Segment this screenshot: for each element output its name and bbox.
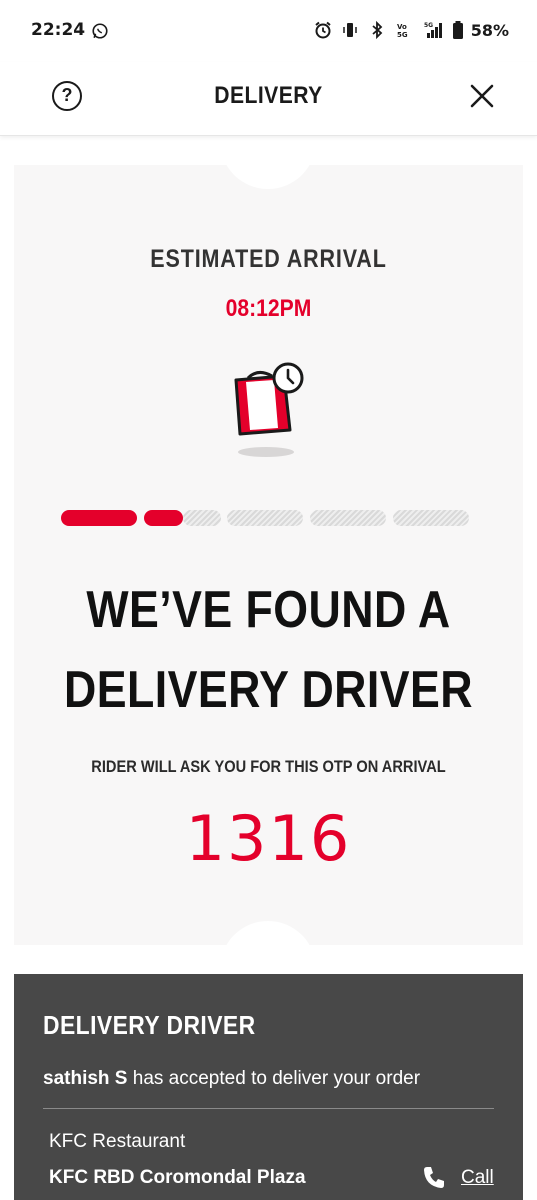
driver-message: sathish S has accepted to deliver your o… xyxy=(43,1068,420,1090)
divider xyxy=(43,1108,494,1109)
app-header: ? DELIVERY xyxy=(0,62,537,136)
status-icons: Vo 5G 5G 58% xyxy=(313,20,509,40)
status-headline: WE’VE FOUND A DELIVERY DRIVER xyxy=(50,570,488,730)
svg-text:5G: 5G xyxy=(424,22,433,29)
status-bar: 22:24 Vo 5G 5G 58% xyxy=(0,0,537,62)
vibrate-icon xyxy=(342,23,357,37)
driver-name: sathish S xyxy=(43,1068,128,1089)
battery-percent: 58% xyxy=(470,20,509,40)
progress-tracker xyxy=(61,510,471,526)
progress-step-3 xyxy=(183,510,221,526)
eta-label: ESTIMATED ARRIVAL xyxy=(150,245,387,273)
battery-icon xyxy=(452,21,463,39)
ticket-notch-bottom xyxy=(220,921,316,969)
bluetooth-icon xyxy=(372,20,383,40)
headline-line-2: DELIVERY DRIVER xyxy=(63,661,474,719)
page-title: DELIVERY xyxy=(214,82,323,109)
eta-time: 08:12PM xyxy=(225,295,312,322)
progress-step-6 xyxy=(393,510,469,526)
driver-section-title: DELIVERY DRIVER xyxy=(43,1010,256,1040)
restaurant-label: KFC Restaurant xyxy=(49,1131,186,1152)
driver-panel: DELIVERY DRIVER sathish S has accepted t… xyxy=(14,974,523,1200)
bag-clock-icon xyxy=(234,362,304,457)
whatsapp-icon xyxy=(92,23,108,39)
call-link[interactable]: Call xyxy=(461,1167,494,1189)
restaurant-name: KFC RBD Coromondal Plaza xyxy=(49,1167,306,1188)
svg-text:Vo: Vo xyxy=(397,23,407,31)
order-status-card: ESTIMATED ARRIVAL 08:12PM WE’VE FOUND A … xyxy=(14,141,523,969)
driver-message-text: has accepted to deliver your order xyxy=(127,1068,421,1089)
phone-icon[interactable] xyxy=(421,1164,447,1190)
progress-step-4 xyxy=(227,510,303,526)
progress-step-5 xyxy=(310,510,386,526)
otp-label: RIDER WILL ASK YOU FOR THIS OTP ON ARRIV… xyxy=(91,757,446,776)
signal-5g-icon: 5G xyxy=(424,22,442,38)
status-time: 22:24 xyxy=(31,20,86,40)
headline-line-1: WE’VE FOUND A xyxy=(86,581,451,639)
alarm-icon xyxy=(315,21,331,39)
progress-step-2 xyxy=(144,510,183,526)
otp-code: 1316 xyxy=(185,802,352,875)
close-icon[interactable] xyxy=(468,82,496,110)
svg-text:5G: 5G xyxy=(397,31,408,39)
progress-step-1 xyxy=(61,510,137,526)
ticket-notch-top xyxy=(220,141,316,189)
volte-icon: Vo 5G xyxy=(397,23,408,39)
